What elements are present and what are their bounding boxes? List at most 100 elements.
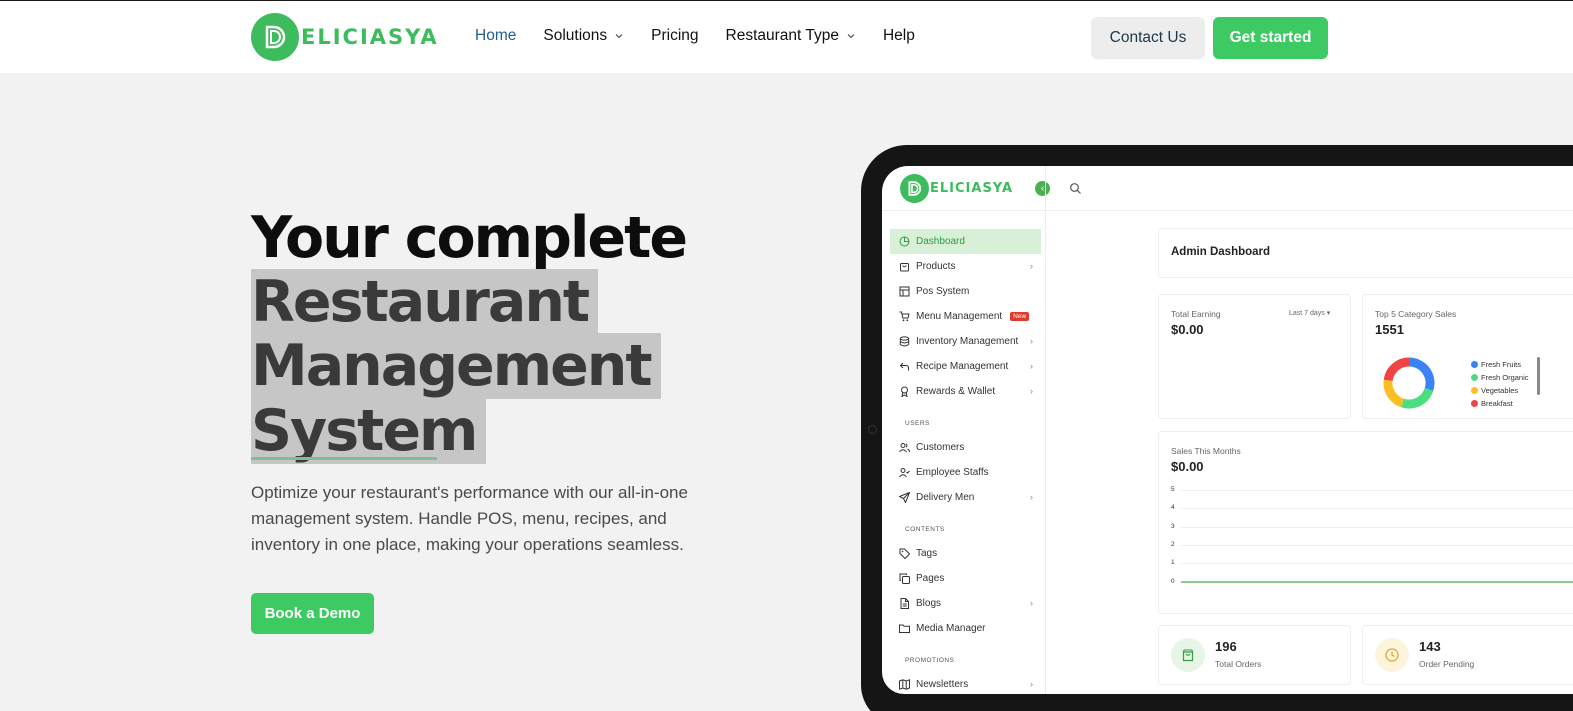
copy-icon (899, 573, 910, 584)
legend-label: Fresh Fruits (1481, 360, 1522, 369)
new-badge: New (1010, 312, 1030, 321)
pending-label: Order Pending (1419, 659, 1475, 669)
nav-solutions-label: Solutions (543, 27, 608, 44)
y-tick-label: 2 (1171, 540, 1175, 548)
bag-icon (900, 263, 909, 272)
sidebar-item-label: Customers (916, 442, 965, 453)
brand-logo[interactable]: ELICIASYA (251, 13, 439, 61)
book-demo-button[interactable]: Book a Demo (251, 593, 374, 634)
legend-item: Fresh Organic (1471, 371, 1529, 384)
sidebar-item-label: Newsletters (916, 679, 969, 690)
sidebar-item-rewards-wallet[interactable]: Rewards & Wallet › (890, 379, 1041, 404)
chevron-right-icon: › (1030, 492, 1033, 502)
sales-label: Sales This Months (1171, 446, 1241, 456)
admin-title: Admin Dashboard (1171, 246, 1271, 258)
hero-description: Optimize your restaurant's performance w… (251, 483, 688, 554)
nav-restaurant-type-label: Restaurant Type (725, 27, 839, 44)
sales-line-chart (1181, 580, 1573, 583)
hero-title-line-2: Restaurant (251, 267, 599, 337)
y-tick-label: 5 (1171, 486, 1175, 493)
users-icon (899, 443, 910, 453)
sales-month-card: Sales This Months $0.00 5 4 3 2 1 0 (1158, 431, 1573, 614)
sales-value: $0.00 (1171, 459, 1204, 474)
sidebar-item-blogs[interactable]: Blogs › (890, 591, 1041, 616)
get-started-button[interactable]: Get started (1213, 17, 1328, 59)
legend-swatch (1471, 387, 1478, 394)
sidebar-item-recipe-management[interactable]: Recipe Management › (890, 354, 1041, 379)
donut-slice-fresh-fruits (1408, 357, 1435, 391)
map-icon (899, 679, 910, 690)
nav-solutions[interactable]: Solutions (543, 27, 624, 45)
hero-title-line-4: System (251, 396, 487, 466)
sidebar-item-pos-system[interactable]: Pos System (890, 279, 1041, 304)
sidebar-item-tags[interactable]: Tags (890, 541, 1041, 566)
contact-us-button[interactable]: Contact Us (1091, 17, 1205, 59)
hero-title-highlight: Management (251, 333, 661, 399)
camera-icon (868, 425, 877, 434)
dashboard-logo: ELICIASYA (900, 174, 1013, 203)
donut-legend: Fresh Fruits Fresh Organic Vegetables Break… (1471, 358, 1529, 410)
legend-item: Breakfast (1471, 397, 1529, 410)
sidebar-item-inventory-management[interactable]: Inventory Management › (890, 329, 1041, 354)
sidebar-item-customers[interactable]: Customers (890, 435, 1041, 460)
chevron-right-icon: › (1030, 336, 1033, 346)
category-donut-chart (1383, 357, 1435, 409)
hero-title-highlight: System (251, 398, 487, 464)
total-earning-card: Total Earning $0.00 Last 7 days ▾ (1158, 294, 1351, 419)
sidebar-item-employee-staffs[interactable]: Employee Staffs (890, 460, 1041, 485)
sidebar-item-products[interactable]: Products › (890, 254, 1041, 279)
legend-swatch (1471, 400, 1478, 407)
sidebar-item-dashboard[interactable]: Dashboard (890, 229, 1041, 254)
top5-value: 1551 (1375, 322, 1404, 337)
nav-help[interactable]: Help (883, 27, 915, 45)
sidebar-item-newsletters[interactable]: Newsletters › (890, 672, 1041, 694)
grid-icon (899, 286, 910, 297)
nav-restaurant-type[interactable]: Restaurant Type (726, 27, 856, 45)
site-header: ELICIASYA Home Solutions Pricing Restaur… (0, 1, 1573, 73)
chevron-down-icon (847, 34, 855, 39)
sidebar-section-heading: CONTENTS (905, 526, 945, 533)
folder-icon (899, 624, 910, 633)
send-icon (899, 492, 910, 503)
hero-title-highlight: Restaurant (251, 269, 599, 335)
chevron-right-icon: › (1030, 598, 1033, 608)
top5-category-card: Top 5 Category Sales 1551 Fresh Fruits Fr… (1362, 294, 1573, 419)
sidebar-item-pages[interactable]: Pages (890, 566, 1041, 591)
y-tick-label: 1 (1171, 559, 1175, 567)
earning-value: $0.00 (1171, 322, 1204, 337)
sidebar-item-label: Recipe Management (916, 361, 1009, 372)
nav-home-label: Home (475, 27, 517, 44)
legend-label: Breakfast (1481, 399, 1513, 408)
cart-icon (899, 311, 910, 322)
donut-slice-breakfast (1383, 357, 1410, 382)
legend-swatch (1471, 361, 1478, 368)
legend-label: Vegetables (1481, 386, 1519, 395)
hero-title-line-3: Management (251, 331, 661, 401)
sidebar-item-label: Media Manager (916, 623, 986, 634)
sidebar-item-label: Menu Management (916, 311, 1003, 322)
legend-label: Fresh Organic (1481, 373, 1529, 382)
dashboard-icon (899, 236, 910, 247)
total-orders-card: 196 Total Orders (1158, 625, 1351, 685)
nav-home[interactable]: Home (475, 27, 516, 45)
sidebar-item-label: Blogs (916, 598, 942, 609)
title-underline (251, 457, 437, 460)
clock-icon (1375, 638, 1409, 672)
user-check-icon (899, 468, 910, 478)
sidebar-item-delivery-men[interactable]: Delivery Men › (890, 485, 1041, 510)
dashboard-topbar: ELICIASYA ‹ (882, 166, 1573, 211)
database-icon (899, 336, 910, 347)
legend-item: Vegetables (1471, 384, 1529, 397)
sidebar-item-label: Pos System (916, 286, 970, 297)
award-icon (901, 386, 908, 397)
search-icon (1070, 183, 1081, 194)
sidebar-item-label: Delivery Men (916, 492, 975, 503)
nav-pricing[interactable]: Pricing (651, 27, 698, 45)
sidebar-item-menu-management[interactable]: Menu Management New (890, 304, 1041, 329)
filter-label: Last 7 days (1289, 310, 1325, 317)
legend-item: Fresh Fruits (1471, 358, 1529, 371)
sidebar-item-label: Inventory Management (916, 336, 1019, 347)
sidebar-divider (1045, 166, 1046, 694)
dashboard-screenshot: ELICIASYA ‹ Dashboard Products › Pos System… (882, 166, 1573, 694)
sidebar-item-media-manager[interactable]: Media Manager (890, 616, 1041, 641)
